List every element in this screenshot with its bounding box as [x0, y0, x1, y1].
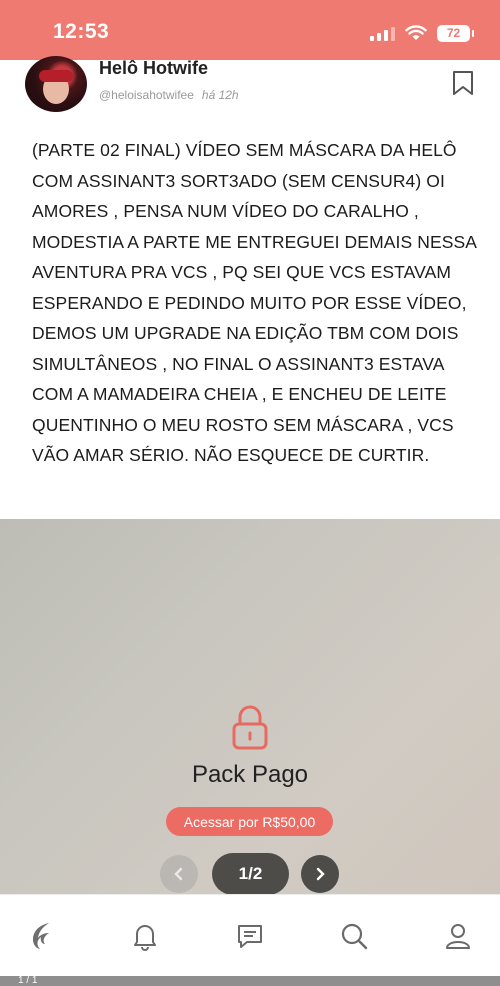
pack-title: Pack Pago	[191, 761, 309, 788]
chevron-right-icon	[316, 867, 325, 881]
bottom-strip: 1 / 1	[0, 976, 500, 986]
chevron-left-icon	[174, 867, 183, 881]
status-time: 12:53	[53, 20, 110, 43]
search-icon	[341, 923, 368, 950]
avatar[interactable]	[25, 56, 87, 112]
author-name[interactable]: Helô Hotwife	[99, 58, 208, 79]
post-time: há 12h	[201, 88, 239, 102]
previous-button[interactable]	[160, 855, 198, 893]
tab-profile[interactable]	[441, 919, 475, 953]
bookmark-button[interactable]	[452, 70, 474, 96]
tab-messages[interactable]	[233, 919, 267, 953]
status-bar: 12:53 72	[0, 0, 500, 60]
bookmark-icon	[453, 71, 473, 95]
bottom-tab-bar	[0, 894, 500, 977]
battery-icon: 72	[437, 24, 474, 42]
messages-icon	[238, 925, 262, 948]
status-icons: 72	[370, 22, 474, 44]
unlock-button[interactable]: Acessar por R$50,00	[166, 807, 333, 836]
page-indicator: 1/2	[212, 853, 289, 895]
bell-icon	[134, 925, 156, 951]
next-button[interactable]	[301, 855, 339, 893]
author-meta: @heloisahotwifee há 12h	[99, 88, 239, 102]
bottom-strip-text: 1 / 1	[18, 976, 38, 986]
author-handle[interactable]: @heloisahotwifee	[99, 88, 194, 102]
profile-icon	[446, 924, 470, 949]
signal-icon	[370, 25, 395, 41]
post-card: Helô Hotwife @heloisahotwifee há 12h (PAR…	[0, 56, 500, 520]
lock-icon	[232, 705, 268, 750]
tab-notifications[interactable]	[128, 919, 162, 953]
home-flame-icon	[32, 923, 49, 949]
tab-search[interactable]	[337, 919, 371, 953]
locked-media: Pack Pago Acessar por R$50,00 1/2	[0, 519, 500, 896]
wifi-icon	[405, 25, 427, 40]
tab-home[interactable]	[24, 919, 58, 953]
post-text: (PARTE 02 FINAL) VÍDEO SEM MÁSCARA DA HE…	[32, 140, 477, 465]
